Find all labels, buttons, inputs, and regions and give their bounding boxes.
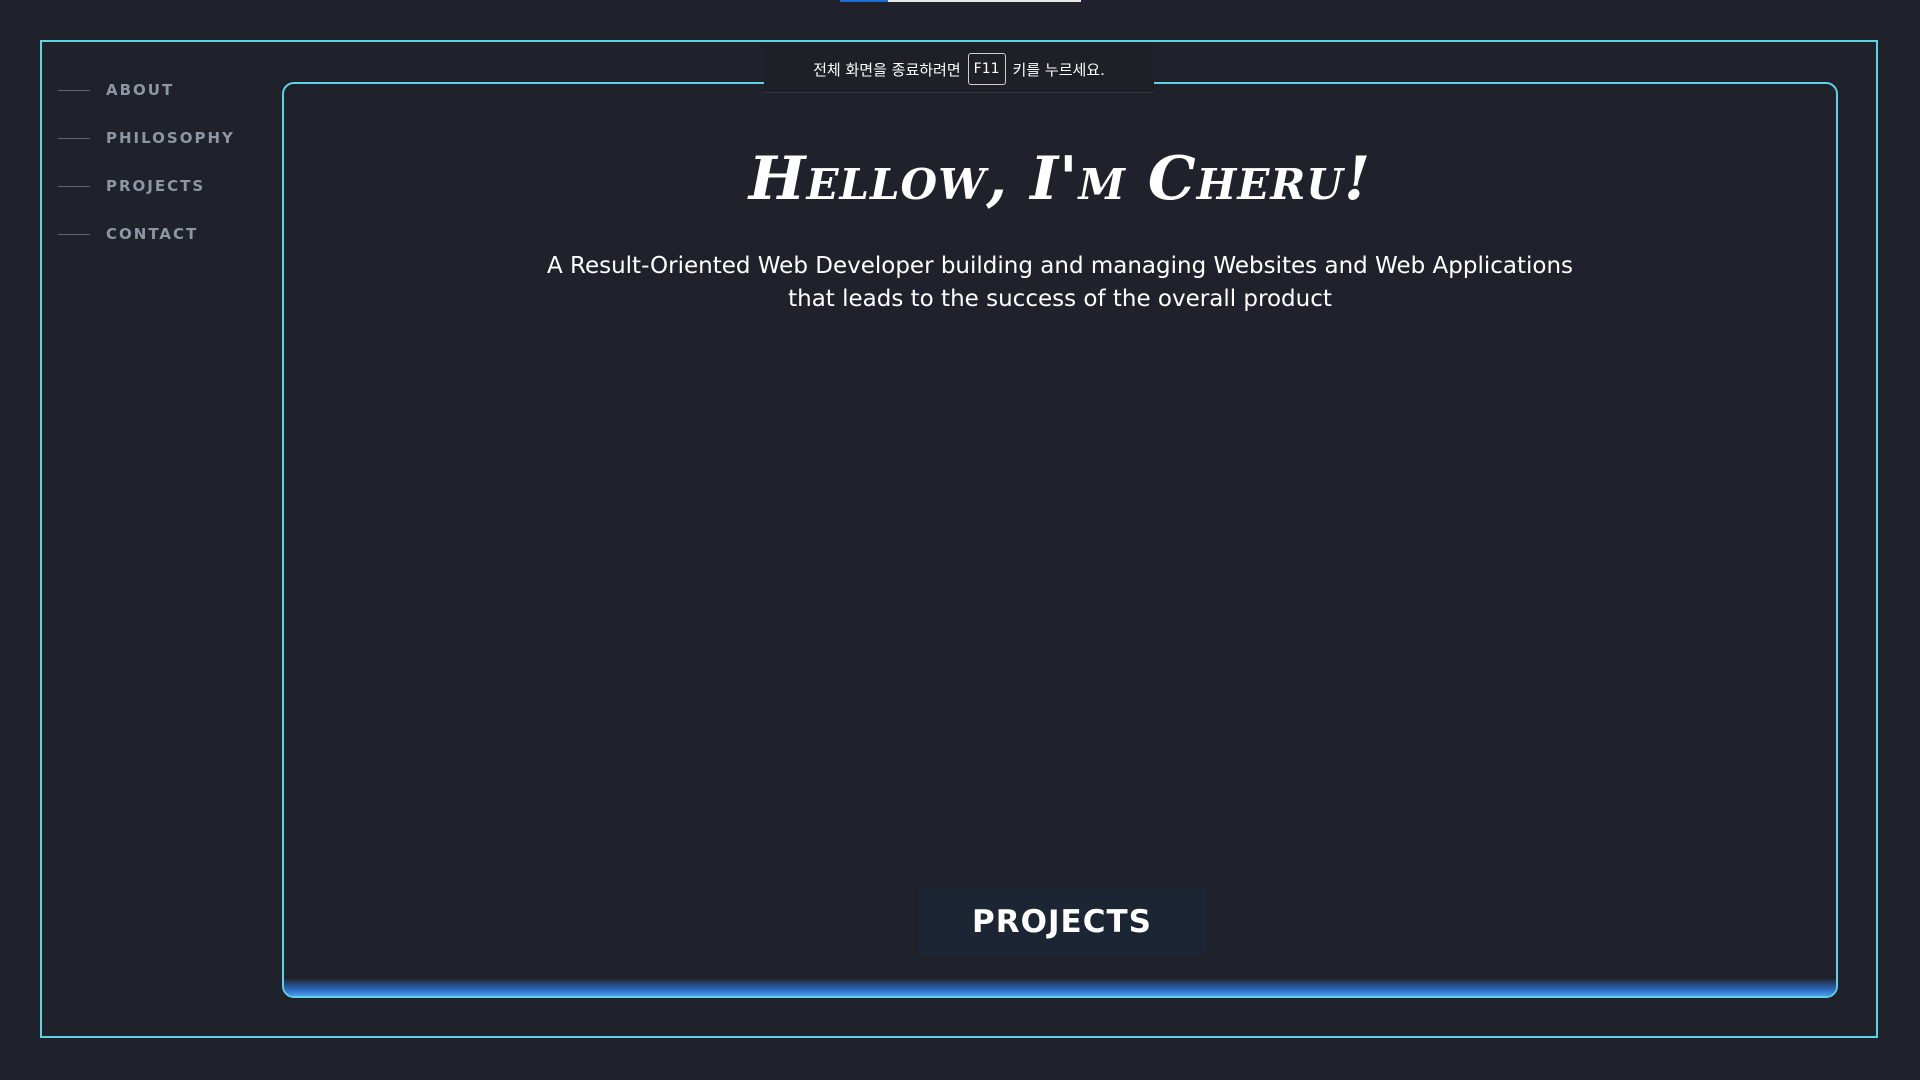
sidebar-item-label: PROJECTS: [106, 177, 206, 195]
hero-subtitle: A Result-Oriented Web Developer building…: [546, 253, 1574, 312]
card-bottom-glow: [284, 978, 1836, 996]
nav-line-decoration: [58, 137, 90, 139]
nav-line-decoration: [58, 233, 90, 235]
fullscreen-notice-suffix: 키를 누르세요.: [1012, 60, 1105, 79]
sidebar-item-label: PHILOSOPHY: [106, 129, 235, 147]
nav-line-decoration: [58, 185, 90, 187]
sidebar-nav: ABOUT PHILOSOPHY PROJECTS CONTACT: [58, 78, 278, 270]
sidebar-item-contact[interactable]: CONTACT: [58, 222, 278, 246]
fullscreen-notice-prefix: 전체 화면을 종료하려면: [813, 60, 961, 79]
sidebar-item-label: ABOUT: [106, 81, 175, 99]
nav-line-decoration: [58, 89, 90, 91]
projects-button[interactable]: PROJECTS: [918, 888, 1206, 956]
hero-title: Hellow, I'm Cheru!: [748, 144, 1372, 214]
fullscreen-exit-notice: 전체 화면을 종료하려면 F11 키를 누르세요.: [764, 46, 1154, 93]
top-progress-indicator: [840, 0, 1081, 2]
f11-key-badge: F11: [967, 53, 1006, 85]
sidebar-item-projects[interactable]: PROJECTS: [58, 174, 278, 198]
sidebar-item-philosophy[interactable]: PHILOSOPHY: [58, 126, 278, 150]
sidebar-item-label: CONTACT: [106, 225, 199, 243]
page: ABOUT PHILOSOPHY PROJECTS CONTACT Hellow…: [0, 0, 1920, 1080]
top-progress-indicator-accent: [840, 0, 888, 2]
hero-card: Hellow, I'm Cheru! A Result-Oriented Web…: [282, 82, 1838, 998]
sidebar-item-about[interactable]: ABOUT: [58, 78, 278, 102]
